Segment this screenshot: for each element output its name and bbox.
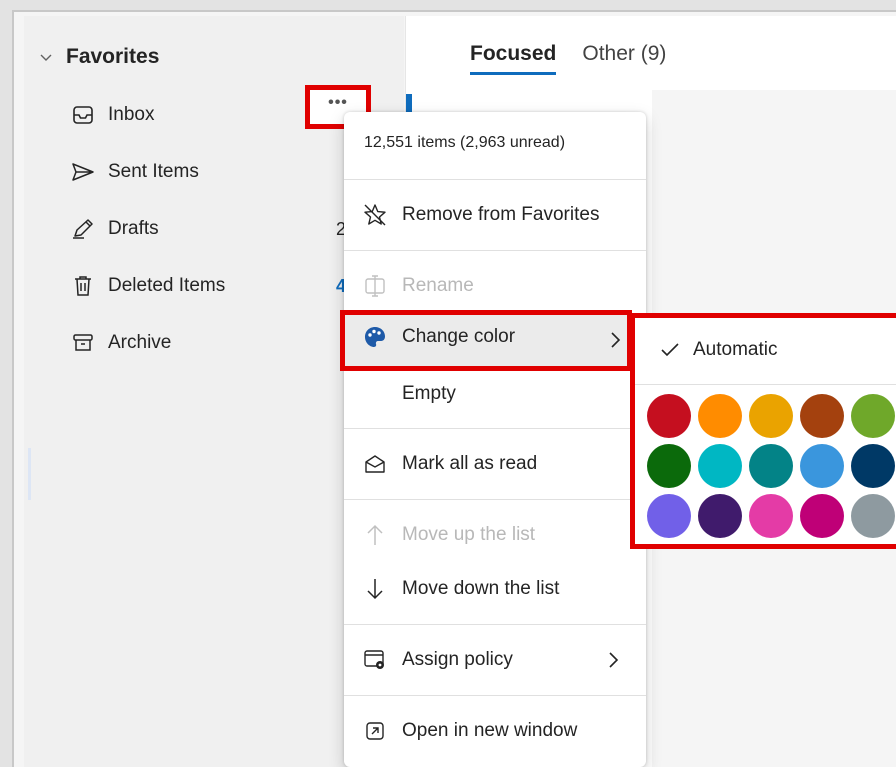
favorites-title: Favorites	[66, 45, 160, 68]
chevron-down-icon	[40, 54, 52, 61]
menu-divider	[344, 179, 646, 180]
folder-label: Drafts	[108, 218, 159, 239]
folder-label: Deleted Items	[108, 275, 226, 296]
color-swatch[interactable]	[698, 494, 742, 538]
menu-move-up[interactable]: Move up the list	[344, 512, 646, 558]
color-swatch[interactable]	[749, 394, 793, 438]
policy-icon	[362, 647, 388, 673]
inbox-icon	[72, 104, 94, 126]
menu-divider	[344, 499, 646, 500]
mail-open-icon	[362, 451, 388, 477]
chevron-right-icon	[609, 652, 619, 668]
chevron-right-icon	[611, 332, 621, 348]
send-icon	[72, 161, 94, 183]
tab-focused[interactable]: Focused	[470, 42, 557, 75]
color-automatic[interactable]: Automatic	[635, 318, 896, 382]
color-swatch[interactable]	[647, 444, 691, 488]
arrow-up-icon	[362, 522, 388, 548]
color-swatch[interactable]	[698, 394, 742, 438]
color-swatch[interactable]	[698, 444, 742, 488]
folder-label: Inbox	[108, 104, 155, 125]
color-swatch[interactable]	[749, 444, 793, 488]
favorites-header[interactable]: Favorites	[40, 42, 159, 72]
menu-label: Open in new window	[402, 720, 578, 741]
color-swatch[interactable]	[749, 494, 793, 538]
color-swatch[interactable]	[851, 394, 895, 438]
menu-label: Rename	[402, 275, 474, 296]
menu-label: Mark all as read	[402, 453, 538, 474]
rename-icon	[362, 273, 388, 299]
menu-empty[interactable]: Empty	[344, 371, 646, 417]
menu-divider	[635, 384, 896, 385]
color-swatch[interactable]	[647, 494, 691, 538]
menu-change-color[interactable]: Change color	[340, 310, 632, 371]
menu-mark-all-as-read[interactable]: Mark all as read	[344, 441, 646, 487]
menu-divider	[344, 428, 646, 429]
color-swatch[interactable]	[800, 494, 844, 538]
menu-assign-policy[interactable]: Assign policy	[344, 637, 646, 683]
pane-separator	[28, 448, 31, 500]
automatic-label: Automatic	[693, 339, 778, 360]
tab-other[interactable]: Other (9)	[582, 42, 666, 75]
folder-label: Sent Items	[108, 161, 199, 182]
folder-drafts[interactable]: Drafts 2	[72, 212, 382, 246]
folder-item-count: 12,551 items (2,963 unread)	[364, 134, 566, 151]
menu-divider	[344, 695, 646, 696]
menu-open-in-new-window[interactable]: Open in new window	[344, 708, 646, 754]
color-swatch[interactable]	[800, 444, 844, 488]
menu-rename[interactable]: Rename	[344, 263, 646, 309]
archive-icon	[72, 332, 94, 354]
inbox-tabs: Focused Other (9)	[470, 42, 666, 75]
palette-icon	[362, 324, 388, 350]
menu-remove-from-favorites[interactable]: Remove from Favorites	[344, 192, 646, 238]
menu-label: Assign policy	[402, 649, 513, 670]
color-submenu: Automatic	[630, 313, 896, 549]
drafts-icon	[72, 218, 94, 240]
color-swatch[interactable]	[851, 444, 895, 488]
trash-icon	[72, 275, 94, 297]
menu-label: Remove from Favorites	[402, 204, 600, 225]
menu-divider	[344, 250, 646, 251]
color-swatch-grid	[647, 394, 896, 538]
menu-label: Empty	[402, 383, 456, 404]
more-dots-icon: •••	[328, 94, 348, 111]
color-swatch[interactable]	[851, 494, 895, 538]
folder-label: Archive	[108, 332, 172, 353]
color-swatch[interactable]	[647, 394, 691, 438]
open-window-icon	[362, 718, 388, 744]
color-swatch[interactable]	[800, 394, 844, 438]
folder-sent-items[interactable]: Sent Items	[72, 155, 382, 189]
menu-label: Change color	[402, 326, 516, 347]
checkmark-icon	[661, 343, 679, 357]
menu-divider	[344, 624, 646, 625]
menu-label: Move down the list	[402, 578, 560, 599]
folder-deleted-items[interactable]: Deleted Items 48	[72, 269, 382, 303]
menu-label: Move up the list	[402, 524, 536, 545]
star-off-icon	[362, 202, 388, 228]
menu-move-down[interactable]: Move down the list	[344, 566, 646, 612]
folder-archive[interactable]: Archive	[72, 326, 382, 360]
arrow-down-icon	[362, 576, 388, 602]
